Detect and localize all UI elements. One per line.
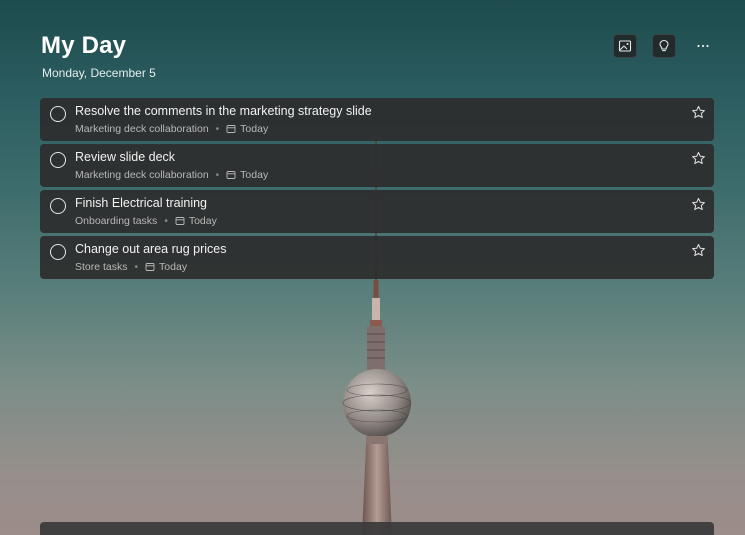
task-title: Review slide deck bbox=[75, 150, 176, 164]
star-icon[interactable] bbox=[691, 105, 706, 120]
task-title: Finish Electrical training bbox=[75, 196, 207, 210]
task-meta: Marketing deck collaboration • Today bbox=[75, 123, 268, 135]
star-icon[interactable] bbox=[691, 151, 706, 166]
task-meta: Onboarding tasks • Today bbox=[75, 215, 217, 227]
task-meta: Store tasks • Today bbox=[75, 261, 187, 273]
page-title: My Day bbox=[41, 32, 127, 59]
task-complete-checkbox[interactable] bbox=[50, 244, 66, 260]
background-image-icon bbox=[618, 40, 632, 52]
task-due-date: Today bbox=[240, 123, 269, 135]
task-item[interactable]: Review slide deck Marketing deck collabo… bbox=[40, 144, 714, 187]
more-options-button[interactable] bbox=[691, 34, 715, 58]
calendar-icon bbox=[226, 125, 236, 133]
separator-dot: • bbox=[215, 123, 220, 135]
calendar-icon bbox=[226, 171, 236, 179]
calendar-icon bbox=[145, 263, 155, 271]
task-list-name: Onboarding tasks bbox=[75, 215, 158, 227]
task-item[interactable]: Resolve the comments in the marketing st… bbox=[40, 98, 714, 141]
separator-dot: • bbox=[134, 261, 139, 273]
calendar-icon bbox=[175, 217, 185, 225]
lightbulb-icon bbox=[659, 39, 669, 52]
star-icon[interactable] bbox=[691, 243, 706, 258]
separator-dot: • bbox=[215, 169, 220, 181]
task-item[interactable]: Change out area rug prices Store tasks •… bbox=[40, 236, 714, 279]
task-due-date: Today bbox=[159, 261, 188, 273]
suggestions-button[interactable] bbox=[652, 34, 676, 58]
task-meta: Marketing deck collaboration • Today bbox=[75, 169, 268, 181]
task-due-date: Today bbox=[188, 215, 217, 227]
add-task-bar[interactable] bbox=[40, 522, 714, 535]
task-list-name: Store tasks bbox=[75, 261, 128, 273]
task-complete-checkbox[interactable] bbox=[50, 106, 66, 122]
task-due-date: Today bbox=[240, 169, 269, 181]
my-day-window: My Day Monday, December 5 Resolve the co… bbox=[0, 0, 745, 535]
task-list-name: Marketing deck collaboration bbox=[75, 123, 209, 135]
page-date: Monday, December 5 bbox=[42, 66, 156, 80]
task-list: Resolve the comments in the marketing st… bbox=[40, 98, 714, 279]
task-complete-checkbox[interactable] bbox=[50, 198, 66, 214]
task-item[interactable]: Finish Electrical training Onboarding ta… bbox=[40, 190, 714, 233]
more-icon bbox=[697, 44, 709, 48]
star-icon[interactable] bbox=[691, 197, 706, 212]
separator-dot: • bbox=[164, 215, 168, 227]
task-complete-checkbox[interactable] bbox=[50, 152, 66, 168]
task-list-name: Marketing deck collaboration bbox=[75, 169, 209, 181]
task-title: Change out area rug prices bbox=[75, 242, 227, 256]
toolbar bbox=[613, 34, 715, 58]
change-background-button[interactable] bbox=[613, 34, 637, 58]
task-title: Resolve the comments in the marketing st… bbox=[75, 104, 372, 118]
